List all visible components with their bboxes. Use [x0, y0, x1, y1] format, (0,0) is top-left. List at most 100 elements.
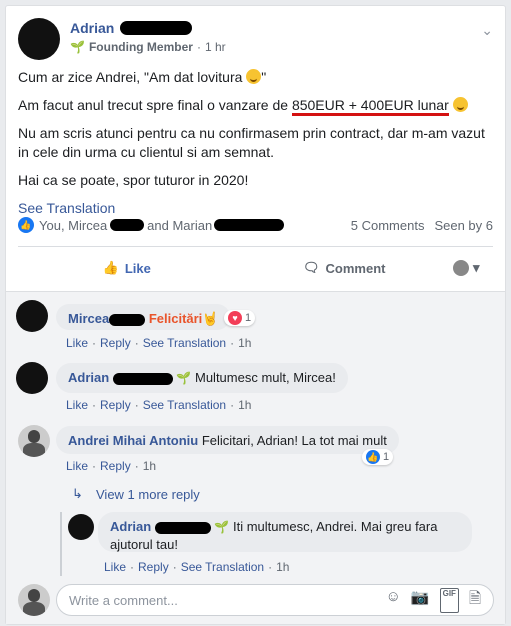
replier-name[interactable]: Adrian — [110, 519, 151, 534]
thread-line — [60, 512, 62, 576]
camera-icon[interactable]: 📷 — [411, 588, 430, 613]
comment-time[interactable]: 1h — [238, 336, 251, 350]
comment-like-link[interactable]: Like — [66, 459, 88, 473]
like-button[interactable]: 👍 Like — [18, 260, 236, 276]
post-line-3: Nu am scris atunci pentru ca nu confirma… — [18, 125, 485, 160]
reactions-summary: 👍 You, Mircea and Marian 5 Comments Seen… — [18, 214, 493, 236]
member-badge: Founding Member — [88, 40, 193, 54]
comment-reaction[interactable]: 👍 1 — [362, 449, 394, 465]
reply-bubble: Adrian 🌱 Iti multumesc, Andrei. Mai greu… — [98, 512, 472, 552]
post-time[interactable]: 1 hr — [205, 40, 226, 54]
reactors-pre[interactable]: You, Mircea — [39, 218, 107, 233]
reactions-right: 5 Comments Seen by 6 — [351, 218, 493, 233]
reply-time[interactable]: 1h — [276, 560, 289, 574]
reply-reply-link[interactable]: Reply — [138, 560, 169, 574]
commenter-avatar[interactable] — [18, 425, 50, 457]
redacted-name — [109, 313, 146, 326]
comment-like-link[interactable]: Like — [66, 398, 88, 412]
comment-composer[interactable]: Write a comment... ☺ 📷 GIF 🗎 — [56, 584, 494, 616]
comment-like-link[interactable]: Like — [66, 336, 88, 350]
view-more-replies[interactable]: View 1 more reply — [96, 487, 200, 502]
sprout-icon: 🌱 — [214, 520, 230, 534]
composer-icons: ☺ 📷 GIF 🗎 — [386, 587, 481, 613]
commenter-name[interactable]: Adrian — [68, 370, 109, 385]
action-bar: 👍 Like 🗨 Comment ▾ — [18, 251, 493, 285]
comment-actions: Like · Reply · 1h — [66, 459, 157, 473]
post-line-1-text: Cum ar zice Andrei, "Am dat lovitura — [18, 69, 243, 85]
comment-actions: Like · Reply · See Translation · 1h — [66, 398, 252, 412]
meta-separator: · — [196, 40, 201, 54]
reply-like-link[interactable]: Like — [104, 560, 126, 574]
comment-text: Felicitări — [148, 311, 203, 326]
reply-actions: Like · Reply · See Translation · 1h — [104, 560, 290, 574]
comment-text: Multumesc mult, Mircea! — [195, 370, 336, 385]
post-line-2: Am facut anul trecut spre final o vanzar… — [18, 96, 493, 116]
audience-selector[interactable]: ▾ — [453, 260, 493, 276]
redacted-name — [214, 219, 285, 231]
emoji-icon[interactable]: ☺ — [386, 588, 401, 613]
rock-hand-icon: 🤘 — [202, 311, 219, 326]
commenter-name[interactable]: Mircea — [68, 311, 109, 326]
commenter-avatar[interactable] — [16, 362, 48, 394]
smile-emoji-icon — [452, 97, 468, 112]
comment-reply-link[interactable]: Reply — [100, 459, 131, 473]
commenter-name[interactable]: Andrei Mihai Antoniu — [68, 433, 198, 448]
comment-button[interactable]: 🗨 Comment — [236, 260, 454, 276]
post-line-2-text: Am facut anul trecut spre final o vanzar… — [18, 97, 292, 113]
caret-down-icon: ▾ — [473, 260, 480, 275]
comment-reply-link[interactable]: Reply — [100, 398, 131, 412]
seen-by[interactable]: Seen by 6 — [434, 218, 493, 233]
comment-button-label: Comment — [325, 260, 386, 276]
comment-translation-link[interactable]: See Translation — [143, 398, 226, 412]
divider — [18, 246, 493, 247]
avatar — [453, 260, 469, 276]
comment-bubble: Adrian 🌱 Multumesc mult, Mircea! — [56, 363, 348, 393]
post-line-4: Hai ca se poate, spor tuturor in 2020! — [18, 172, 249, 188]
comment-actions: Like · Reply · See Translation · 1h — [66, 336, 252, 350]
comment-bubble: Andrei Mihai Antoniu Felicitari, Adrian!… — [56, 426, 399, 454]
redacted-name — [154, 521, 211, 534]
reply-arrow-icon: ↳ — [72, 486, 83, 501]
highlighted-amount: 850EUR + 400EUR lunar — [291, 97, 449, 116]
post-body: Cum ar zice Andrei, "Am dat lovitura " A… — [18, 68, 493, 218]
sticker-icon[interactable]: 🗎 — [469, 588, 481, 613]
post-line-1-end: " — [261, 69, 267, 85]
comments-count[interactable]: 5 Comments — [351, 218, 425, 233]
sprout-icon: 🌱 — [176, 371, 192, 385]
replier-avatar[interactable] — [68, 514, 94, 540]
comment-bubble: Mircea Felicitări🤘 — [56, 304, 231, 330]
comment-icon: 🗨 — [303, 260, 320, 275]
sprout-icon: 🌱 — [70, 40, 85, 54]
thumbs-up-icon: 👍 — [102, 260, 119, 275]
like-reaction-icon: 👍 — [18, 217, 34, 233]
comment-time[interactable]: 1h — [143, 459, 156, 473]
comment-reaction[interactable]: ♥ 1 — [224, 310, 256, 326]
reactors-mid[interactable]: and Marian — [147, 218, 212, 233]
comment-text: Felicitari, Adrian! La tot mai mult — [201, 433, 387, 448]
post-line-1: Cum ar zice Andrei, "Am dat lovitura " — [18, 68, 493, 87]
author-line: Adrian — [70, 20, 193, 36]
redacted-surname — [120, 21, 193, 35]
my-avatar[interactable] — [18, 584, 50, 616]
heart-icon: ♥ — [228, 311, 242, 325]
post-header: Adrian 🌱 Founding Member · 1 hr ⌄ — [18, 18, 493, 68]
comments-section: Mircea Felicitări🤘 ♥ 1 Like · Reply · See … — [6, 291, 505, 624]
commenter-avatar[interactable] — [16, 300, 48, 332]
like-reaction-icon: 👍 — [366, 450, 380, 464]
reaction-count: 1 — [383, 451, 390, 463]
post-card: Adrian 🌱 Founding Member · 1 hr ⌄ Cum ar… — [5, 5, 506, 625]
comment-input-placeholder: Write a comment... — [69, 592, 178, 608]
comment-time[interactable]: 1h — [238, 398, 251, 412]
reply-translation-link[interactable]: See Translation — [181, 560, 264, 574]
reaction-count: 1 — [245, 312, 252, 324]
redacted-name — [110, 219, 145, 231]
gif-icon[interactable]: GIF — [439, 587, 459, 613]
chevron-down-icon[interactable]: ⌄ — [481, 22, 493, 39]
comment-reply-link[interactable]: Reply — [100, 336, 131, 350]
author-name[interactable]: Adrian — [70, 20, 114, 36]
like-button-label: Like — [124, 260, 151, 276]
smile-emoji-icon — [246, 69, 262, 84]
author-avatar[interactable] — [18, 18, 60, 60]
post-meta: 🌱 Founding Member · 1 hr — [70, 40, 226, 54]
comment-translation-link[interactable]: See Translation — [143, 336, 226, 350]
